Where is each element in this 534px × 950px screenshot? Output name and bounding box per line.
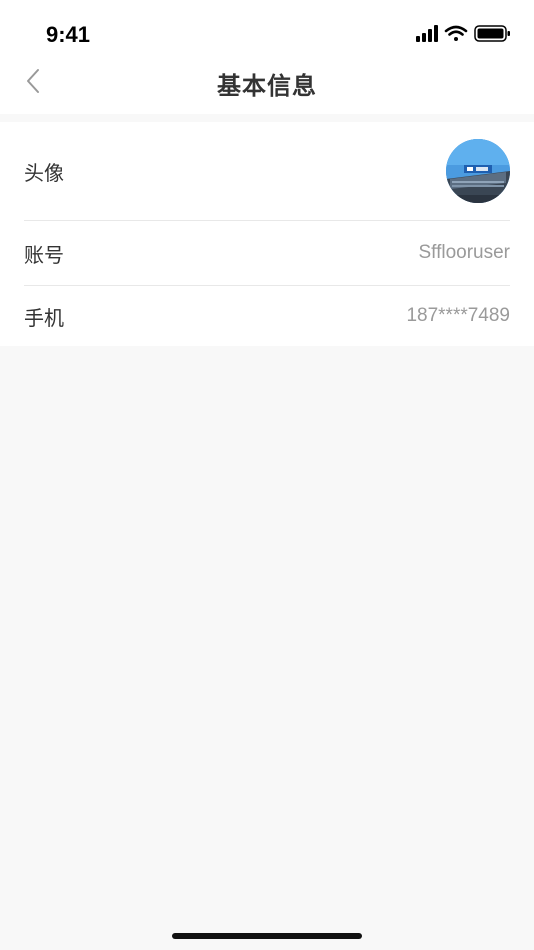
page-title: 基本信息 [217,72,317,100]
navigation-bar: 基本信息 [0,50,534,114]
profile-info-card: 头像 账号 Sfflooruser 手机 187****7489 [0,122,534,346]
account-row[interactable]: 账号 Sfflooruser [24,221,510,286]
account-value: Sfflooruser [418,242,510,263]
avatar-label: 头像 [24,160,64,185]
status-time: 9:41 [46,22,91,47]
status-icons [416,24,512,44]
account-label: 账号 [24,242,64,267]
phone-label: 手机 [24,305,64,330]
avatar-row[interactable]: 头像 [24,122,510,221]
home-indicator[interactable] [172,933,362,939]
avatar[interactable] [446,139,510,203]
wifi-icon [444,25,468,41]
avatar-image [446,139,510,203]
battery-icon [474,25,510,42]
phone-row[interactable]: 手机 187****7489 [24,286,510,346]
cellular-signal-icon [416,25,438,42]
phone-value: 187****7489 [406,305,510,326]
